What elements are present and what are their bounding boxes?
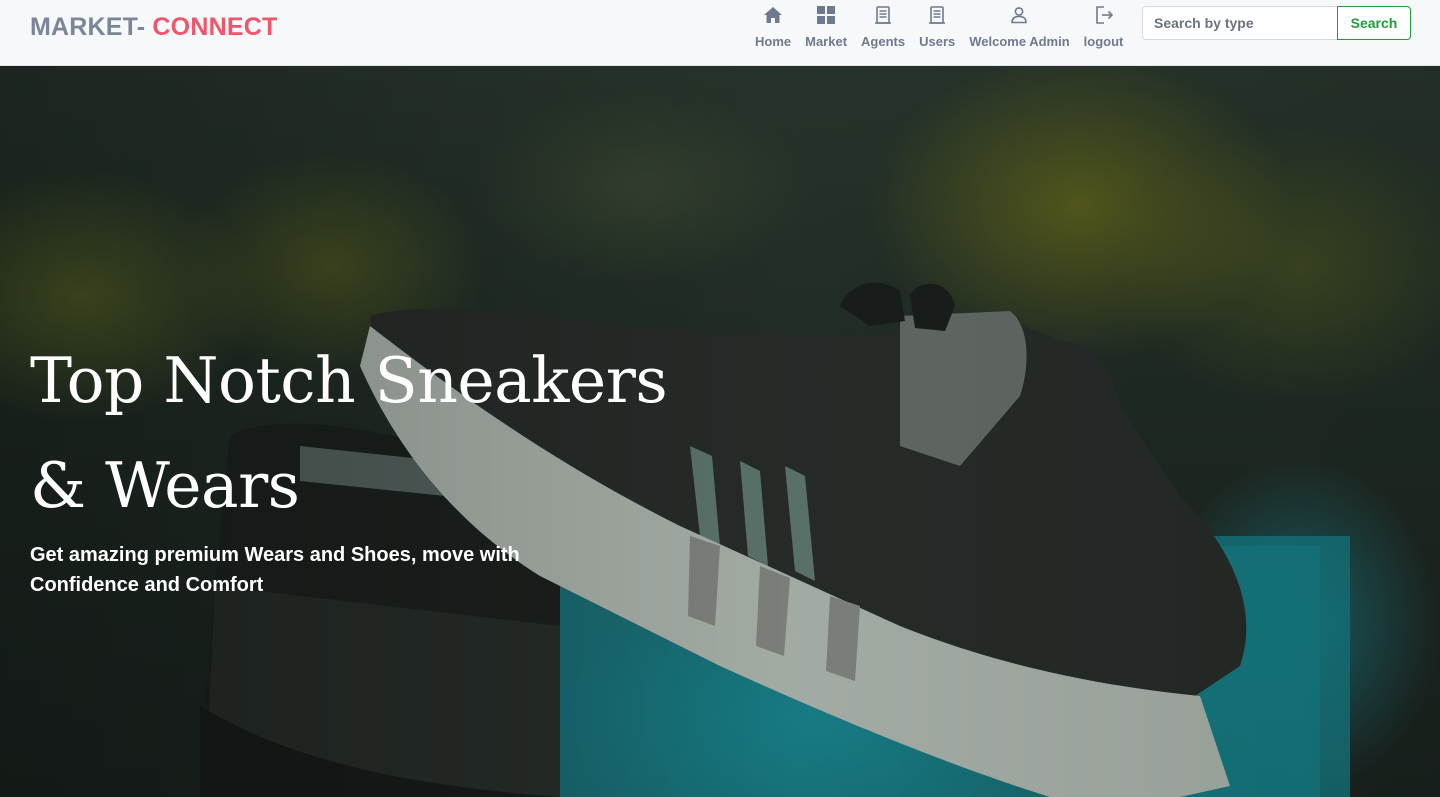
nav-item-users[interactable]: Users: [912, 4, 962, 49]
search-button[interactable]: Search: [1337, 6, 1411, 40]
top-navbar: MARKET- CONNECT Home Market Agents Users: [0, 0, 1440, 66]
hero-banner: Top Notch Sneakers & Wears Get amazing p…: [0, 66, 1440, 797]
brand-logo[interactable]: MARKET- CONNECT: [30, 12, 277, 42]
grid-icon: [815, 4, 837, 26]
nav-item-label: Agents: [861, 34, 906, 49]
nav-item-home[interactable]: Home: [748, 4, 798, 49]
hero-title-line2: & Wears: [30, 449, 300, 522]
hero-subtitle-line1: Get amazing premium Wears and Shoes, mov…: [30, 544, 520, 566]
nav-item-welcome-admin[interactable]: Welcome Admin: [962, 4, 1076, 49]
nav-item-label: Home: [755, 34, 792, 49]
nav-item-label: logout: [1083, 34, 1124, 49]
hero-title-line1: Top Notch Sneakers: [30, 344, 668, 417]
nav-item-label: Welcome Admin: [969, 34, 1070, 49]
nav-item-logout[interactable]: logout: [1077, 4, 1131, 49]
logout-icon: [1093, 4, 1115, 26]
document-list-icon: [926, 4, 948, 26]
brand-text-market: MARKET-: [30, 13, 146, 41]
home-icon: [762, 4, 784, 26]
nav-item-label: Market: [805, 34, 848, 49]
search-form: Search: [1142, 6, 1411, 40]
hero-subtitle-line2: Confidence and Comfort: [30, 574, 264, 596]
nav-item-agents[interactable]: Agents: [854, 4, 912, 49]
brand-text-connect: CONNECT: [145, 13, 278, 41]
search-input[interactable]: [1142, 6, 1337, 40]
user-icon: [1008, 4, 1030, 26]
document-icon: [872, 4, 894, 26]
hero-subtitle: Get amazing premium Wears and Shoes, mov…: [30, 540, 590, 600]
nav-item-label: Users: [919, 34, 956, 49]
nav-item-market[interactable]: Market: [798, 4, 854, 49]
main-nav: Home Market Agents Users Welcome Admin l…: [748, 4, 1130, 54]
hero-title: Top Notch Sneakers & Wears: [30, 328, 750, 538]
